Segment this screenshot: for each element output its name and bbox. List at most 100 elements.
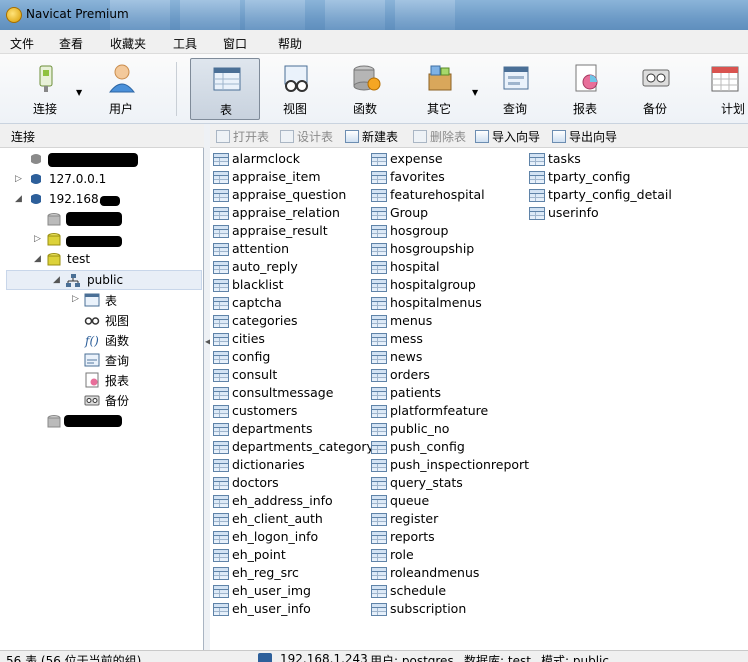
- connection-pane-title: 连接: [11, 130, 36, 144]
- table-icon: [371, 315, 387, 328]
- tree-label: public: [87, 273, 124, 287]
- table-icon: [371, 225, 387, 238]
- tree-item-views[interactable]: 视图: [0, 310, 204, 330]
- tree-label: 查询: [105, 354, 130, 368]
- table-item-label: appraise_relation: [232, 205, 340, 220]
- status-connection: 192.168.1.243: [280, 652, 368, 662]
- report-button[interactable]: 报表: [552, 58, 618, 120]
- tree-item-tables[interactable]: ▷ 表: [0, 290, 204, 310]
- table-item-label: hosgroupship: [390, 241, 475, 256]
- database-icon: [47, 233, 61, 246]
- tree-item-backups[interactable]: 备份: [0, 390, 204, 410]
- table-item-label: eh_reg_src: [232, 565, 299, 580]
- table-item-label: eh_user_info: [232, 601, 311, 616]
- tree-database-redacted-1[interactable]: [0, 210, 204, 230]
- table-icon: [213, 495, 229, 508]
- table-icon: [371, 513, 387, 526]
- collapse-arrow-icon[interactable]: ◢: [15, 194, 22, 204]
- menu-file[interactable]: 文件: [10, 35, 34, 52]
- menu-view[interactable]: 查看: [59, 35, 83, 52]
- other-objects-icon: [428, 65, 452, 91]
- tree-connection-redacted-1[interactable]: [0, 150, 204, 170]
- backup-button[interactable]: 备份: [622, 58, 688, 120]
- query-button[interactable]: 查询: [482, 58, 548, 120]
- schema-icon: [66, 274, 80, 287]
- backup-label: 备份: [642, 102, 667, 116]
- report-icon: [85, 372, 99, 388]
- tree-schema-public[interactable]: ◢ public: [6, 270, 202, 290]
- table-item-label: tasks: [548, 151, 581, 166]
- open-table-icon: [216, 130, 230, 143]
- menu-favorites[interactable]: 收藏夹: [110, 35, 146, 52]
- table-icon: [371, 423, 387, 436]
- connection-pane: 连接 ▷ 127.0.0.1 ◢ 192.168. ▷ ◢ test ◢ pub…: [0, 124, 204, 650]
- open-table-label: 打开表: [233, 130, 270, 144]
- table-icon: [371, 351, 387, 364]
- table-item-label: appraise_question: [232, 187, 347, 202]
- menu-tools[interactable]: 工具: [173, 35, 197, 52]
- toolbar-separator: [176, 62, 177, 116]
- table-icon: [213, 333, 229, 346]
- schedule-button[interactable]: 计划: [692, 58, 748, 120]
- other-button[interactable]: ▼ 其它: [406, 58, 478, 120]
- expand-arrow-icon[interactable]: ▷: [15, 174, 22, 184]
- design-table-button[interactable]: 设计表: [280, 128, 333, 145]
- tree-connection-127[interactable]: ▷ 127.0.0.1: [0, 170, 204, 190]
- table-icon: [213, 567, 229, 580]
- table-icon: [213, 585, 229, 598]
- table-item-label: schedule: [390, 583, 447, 598]
- schedule-calendar-icon: [711, 66, 739, 92]
- tree-connection-192[interactable]: ◢ 192.168.: [0, 190, 204, 210]
- table-icon: [371, 477, 387, 490]
- table-item-label: auto_reply: [232, 259, 298, 274]
- table-item-label: platformfeature: [390, 403, 489, 418]
- view-button[interactable]: 视图: [262, 58, 328, 120]
- view-glasses-icon: [284, 65, 308, 92]
- design-table-icon: [280, 130, 294, 143]
- tree-item-functions[interactable]: f() 函数: [0, 330, 204, 350]
- new-table-button[interactable]: 新建表: [345, 128, 398, 145]
- tree-database-redacted-2[interactable]: ▷: [0, 230, 204, 250]
- database-icon: [47, 213, 61, 226]
- function-button[interactable]: 函数: [332, 58, 398, 120]
- menu-help[interactable]: 帮助: [278, 35, 302, 52]
- expand-arrow-icon[interactable]: ▷: [72, 294, 79, 304]
- table-button[interactable]: 表: [190, 58, 260, 120]
- connect-dropdown-arrow[interactable]: ▼: [76, 88, 82, 97]
- table-icon: [371, 153, 387, 166]
- other-dropdown-arrow[interactable]: ▼: [472, 88, 478, 97]
- tree-connection-redacted-2[interactable]: [0, 412, 204, 432]
- redacted-label: [66, 236, 122, 247]
- tree-item-queries[interactable]: 查询: [0, 350, 204, 370]
- table-item-label: reports: [390, 529, 435, 544]
- table-item-label: roleandmenus: [390, 565, 480, 580]
- menu-window[interactable]: 窗口: [223, 35, 247, 52]
- user-button[interactable]: 用户: [88, 58, 154, 120]
- connect-button[interactable]: ▼ 连接: [12, 58, 82, 120]
- table-icon: [213, 441, 229, 454]
- table-item-label: eh_user_img: [232, 583, 311, 598]
- tree-database-test[interactable]: ◢ test: [0, 250, 204, 270]
- user-icon: [108, 64, 136, 93]
- table-icon: [371, 261, 387, 274]
- postgres-elephant-icon: [31, 174, 41, 184]
- status-database: 数据库: test: [464, 654, 531, 662]
- tree-item-reports[interactable]: 报表: [0, 370, 204, 390]
- collapse-arrow-icon[interactable]: ◢: [53, 275, 60, 285]
- export-wizard-button[interactable]: 导出向导: [552, 128, 617, 145]
- delete-table-button[interactable]: 删除表: [413, 128, 466, 145]
- table-icon: [213, 513, 229, 526]
- table-icon: [213, 405, 229, 418]
- open-table-button[interactable]: 打开表: [216, 128, 269, 145]
- collapse-arrow-icon[interactable]: ◢: [34, 254, 41, 264]
- table-item-label: userinfo: [548, 205, 599, 220]
- table-icon: [213, 369, 229, 382]
- status-bar: 56 表 (56 位于当前的组) 192.168.1.243 用户: postg…: [0, 650, 748, 662]
- table-item-label: tparty_config: [548, 169, 631, 184]
- title-bar: Navicat Premium: [0, 0, 748, 30]
- table-icon: [213, 243, 229, 256]
- background-window-ghost: [325, 0, 385, 30]
- table-icon: [213, 207, 229, 220]
- expand-arrow-icon[interactable]: ▷: [34, 234, 41, 244]
- import-wizard-button[interactable]: 导入向导: [475, 128, 540, 145]
